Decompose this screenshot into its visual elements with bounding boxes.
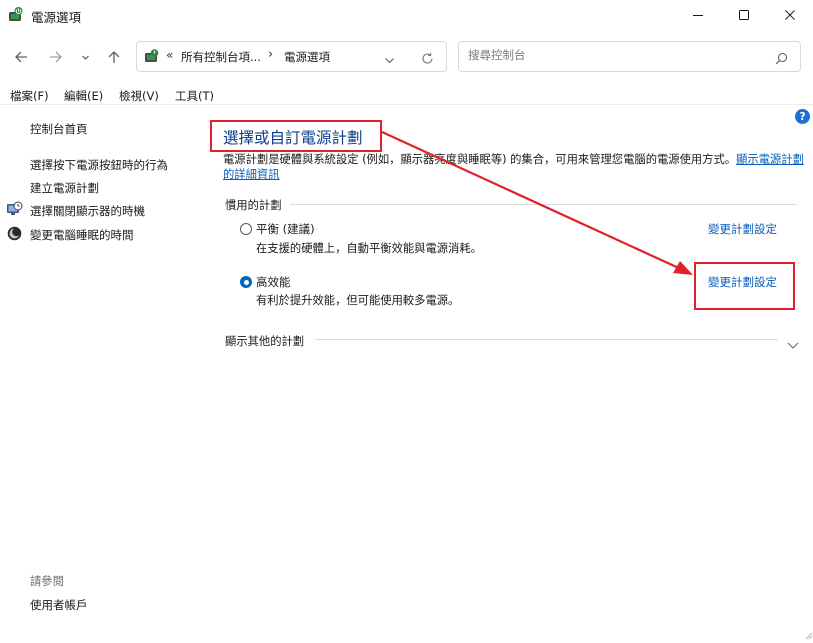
annotation-arrow — [381, 131, 693, 275]
resize-grip-icon[interactable] — [805, 624, 813, 640]
